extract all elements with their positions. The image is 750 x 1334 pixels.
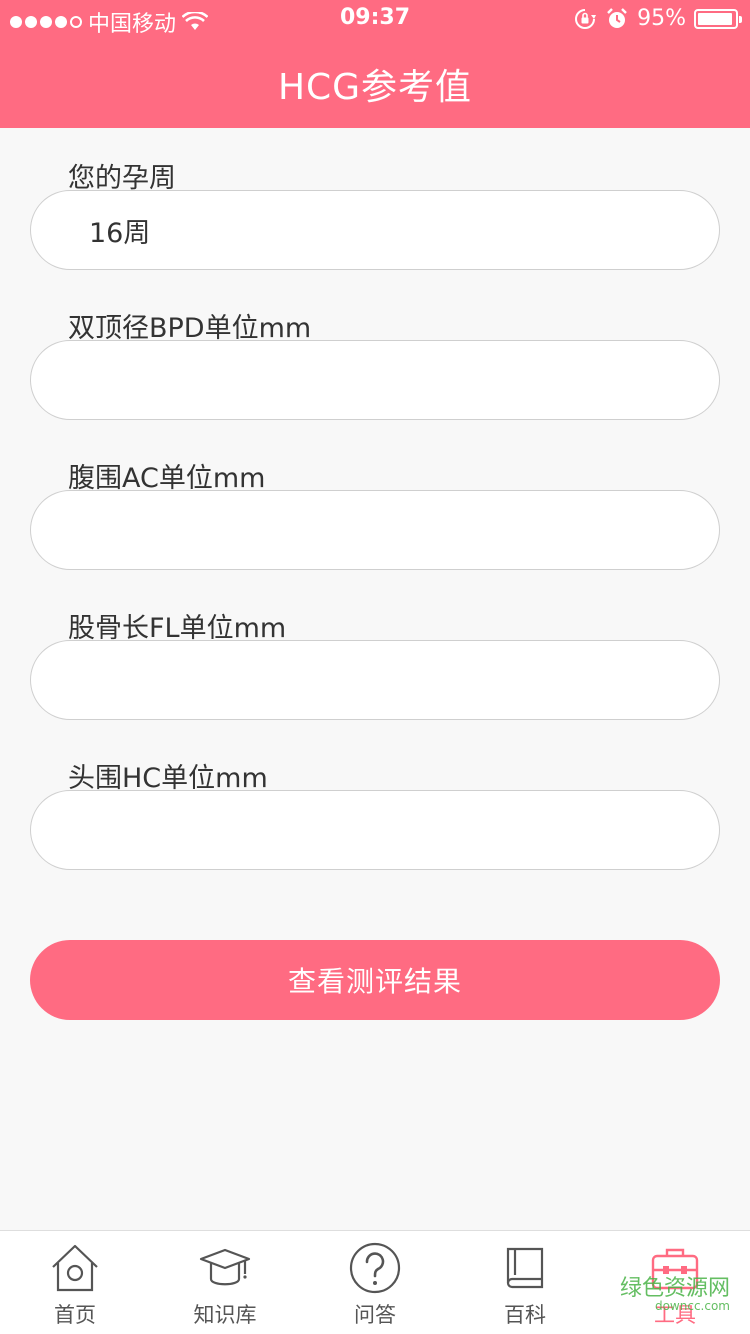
book-icon: [506, 1247, 544, 1289]
tab-encyclopedia[interactable]: 百科: [450, 1231, 600, 1334]
watermark: 绿色资源网 downcc.com: [619, 1276, 730, 1313]
graduation-cap-icon: [199, 1248, 251, 1286]
question-circle-icon: [349, 1242, 401, 1294]
battery-icon: [694, 8, 742, 29]
view-result-button[interactable]: 查看测评结果: [30, 940, 720, 1020]
status-bar: 中国移动 09:37 95%: [0, 0, 750, 40]
hc-input[interactable]: [30, 790, 720, 870]
bpd-input[interactable]: [30, 340, 720, 420]
tab-home[interactable]: 首页: [0, 1231, 150, 1334]
rotation-lock-icon: [575, 8, 597, 29]
home-icon: [52, 1244, 98, 1292]
watermark-text: 绿色资源网: [619, 1276, 730, 1301]
gestational-week-input[interactable]: [30, 190, 720, 270]
battery-level: [698, 12, 733, 25]
page-title: HCG参考值: [277, 67, 473, 108]
battery-percent: 95%: [637, 6, 686, 31]
tab-label: 知识库: [193, 1303, 257, 1327]
tab-qa[interactable]: 问答: [300, 1231, 450, 1334]
app-header: 中国移动 09:37 95% HCG参考值: [0, 0, 750, 128]
watermark-sub: downcc.com: [654, 1299, 730, 1313]
tab-label: 百科: [504, 1303, 546, 1327]
tab-label: 问答: [354, 1303, 396, 1327]
alarm-icon: [607, 7, 627, 28]
tab-label: 首页: [54, 1303, 96, 1327]
ac-input[interactable]: [30, 490, 720, 570]
status-right: 95%: [573, 6, 742, 31]
tab-knowledge[interactable]: 知识库: [150, 1231, 300, 1334]
fl-input[interactable]: [30, 640, 720, 720]
